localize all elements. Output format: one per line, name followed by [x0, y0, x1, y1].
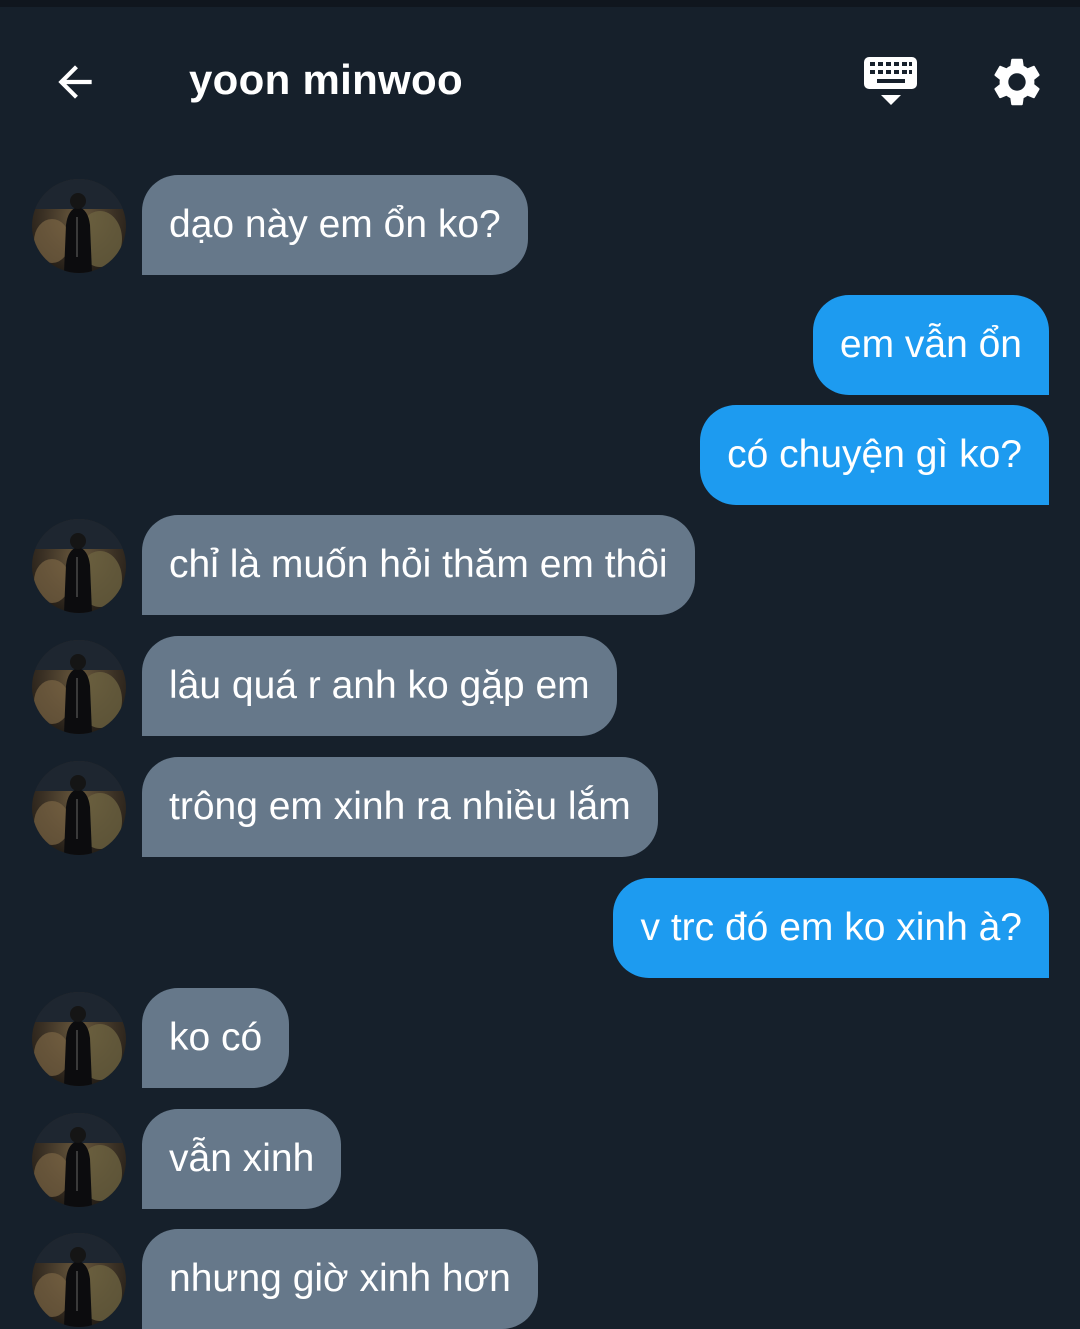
back-button[interactable]: [40, 47, 110, 117]
incoming-message-bubble[interactable]: chỉ là muốn hỏi thăm em thôi: [142, 515, 695, 615]
incoming-message-bubble[interactable]: vẫn xinh: [142, 1109, 342, 1209]
arrow-left-icon: [58, 65, 92, 99]
incoming-message-bubble[interactable]: ko có: [142, 988, 290, 1088]
settings-button[interactable]: [980, 47, 1054, 117]
avatar[interactable]: [32, 1233, 126, 1327]
conversation-header: yoon minwoo: [0, 7, 1080, 147]
conversation-title: yoon minwoo: [189, 56, 463, 103]
avatar[interactable]: [32, 992, 126, 1086]
gear-icon: [994, 58, 1040, 106]
keyboard-icon: [864, 57, 917, 105]
avatar[interactable]: [32, 1113, 126, 1207]
keyboard-toggle-button[interactable]: [852, 47, 930, 117]
outgoing-message-bubble[interactable]: có chuyện gì ko?: [700, 405, 1049, 505]
outgoing-message-bubble[interactable]: v trc đó em ko xinh à?: [613, 878, 1049, 978]
avatar[interactable]: [32, 179, 126, 273]
avatar[interactable]: [32, 640, 126, 734]
incoming-message-bubble[interactable]: trông em xinh ra nhiều lắm: [142, 757, 658, 857]
outgoing-message-bubble[interactable]: em vẫn ổn: [812, 295, 1049, 395]
incoming-message-bubble[interactable]: nhưng giờ xinh hơn: [142, 1229, 538, 1329]
avatar[interactable]: [32, 761, 126, 855]
incoming-message-bubble[interactable]: dạo này em ổn ko?: [142, 175, 528, 275]
incoming-message-bubble[interactable]: lâu quá r anh ko gặp em: [142, 636, 617, 736]
avatar[interactable]: [32, 519, 126, 613]
status-strip: [0, 0, 1080, 7]
